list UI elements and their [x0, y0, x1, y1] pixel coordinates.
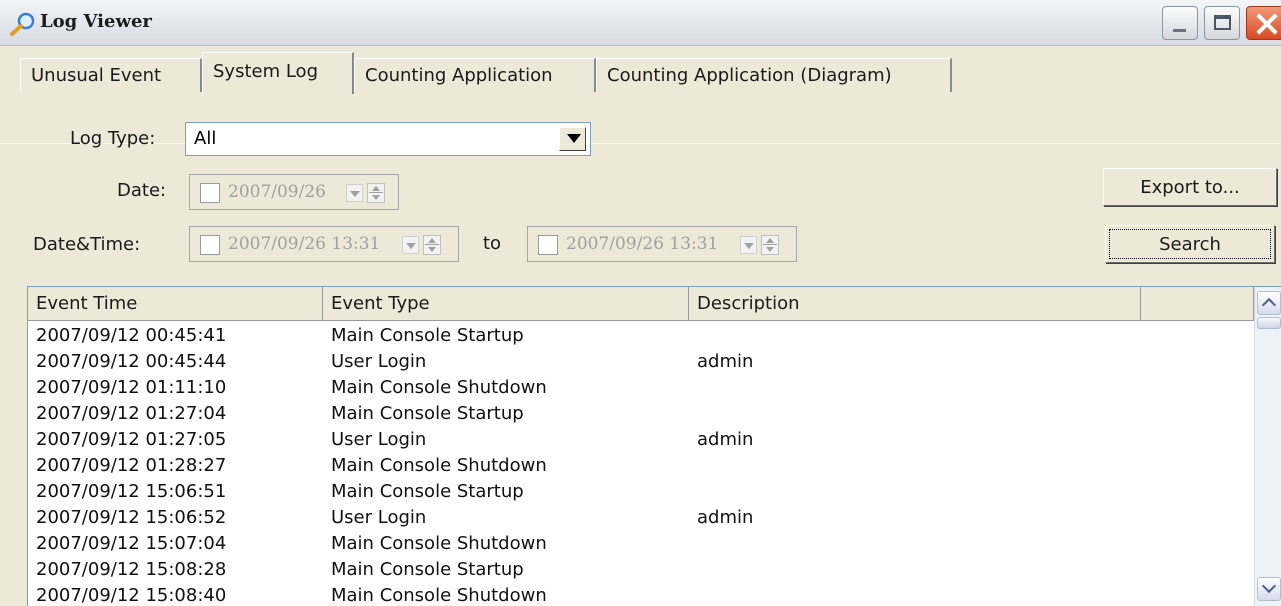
tab-strip: Unusual Event System Log Counting Applic… [0, 48, 1281, 144]
event-time-cell: 2007/09/12 15:08:40 [36, 585, 227, 606]
table-row[interactable]: 2007/09/12 01:28:27 Main Console Shutdown [28, 455, 1254, 481]
log-type-select[interactable]: All [185, 122, 591, 156]
vertical-scrollbar[interactable] [1254, 287, 1281, 606]
event-type-cell: Main Console Startup [331, 481, 524, 502]
event-time-cell: 2007/09/12 01:27:05 [36, 429, 227, 450]
column-header-event-type[interactable]: Event Type [323, 287, 689, 321]
datetime-from-dropdown-button[interactable] [402, 236, 419, 254]
minimize-button[interactable] [1162, 6, 1198, 40]
datetime-from-checkbox[interactable] [200, 235, 220, 255]
table-row[interactable]: 2007/09/12 01:11:10 Main Console Shutdown [28, 377, 1254, 403]
event-type-cell: User Login [331, 351, 427, 372]
export-button[interactable]: Export to... [1103, 168, 1277, 206]
column-header-extra[interactable] [1141, 287, 1254, 321]
event-type-cell: Main Console Shutdown [331, 585, 547, 606]
scroll-down-button[interactable] [1257, 577, 1281, 601]
description-cell: admin [697, 507, 754, 528]
date-dropdown-button[interactable] [346, 184, 363, 202]
window-title: Log Viewer [40, 11, 152, 32]
search-button[interactable]: Search [1105, 225, 1275, 263]
table-row[interactable]: 2007/09/12 15:07:04 Main Console Shutdown [28, 533, 1254, 559]
datetime-from-picker[interactable]: 2007/09/26 13:31 [189, 226, 459, 262]
description-cell: admin [697, 429, 754, 450]
event-type-cell: Main Console Startup [331, 403, 524, 424]
date-spin-button[interactable] [367, 183, 385, 203]
list-header: Event Time Event Type Description [28, 287, 1254, 321]
tab-unusual-event[interactable]: Unusual Event [20, 58, 202, 92]
event-type-cell: Main Console Shutdown [331, 455, 547, 476]
table-row[interactable]: 2007/09/12 00:45:44 User Login admin [28, 351, 1254, 377]
event-type-cell: Main Console Shutdown [331, 377, 547, 398]
table-row[interactable]: 2007/09/12 00:45:41 Main Console Startup [28, 325, 1254, 351]
scroll-thumb[interactable] [1257, 317, 1281, 329]
event-time-cell: 2007/09/12 01:28:27 [36, 455, 227, 476]
table-row[interactable]: 2007/09/12 01:27:05 User Login admin [28, 429, 1254, 455]
table-row[interactable]: 2007/09/12 01:27:04 Main Console Startup [28, 403, 1254, 429]
log-type-value: All [194, 128, 217, 149]
log-viewer-window: Log Viewer Unusual Event System Log Coun… [0, 0, 1281, 606]
chevron-down-icon [350, 191, 360, 197]
scroll-up-button[interactable] [1257, 291, 1281, 315]
table-row[interactable]: 2007/09/12 15:06:51 Main Console Startup [28, 481, 1254, 507]
event-type-cell: Main Console Startup [331, 325, 524, 346]
date-value: 2007/09/26 [228, 182, 326, 202]
title-bar[interactable]: Log Viewer [0, 0, 1281, 46]
event-type-cell: User Login [331, 507, 427, 528]
event-type-cell: Main Console Startup [331, 559, 524, 580]
close-button[interactable] [1246, 6, 1281, 40]
event-time-cell: 2007/09/12 15:08:28 [36, 559, 227, 580]
description-cell: admin [697, 351, 754, 372]
event-type-cell: User Login [331, 429, 427, 450]
event-type-cell: Main Console Shutdown [331, 533, 547, 554]
datetime-from-value: 2007/09/26 13:31 [228, 234, 381, 254]
datetime-to-value: 2007/09/26 13:31 [566, 234, 719, 254]
column-header-event-time[interactable]: Event Time [28, 287, 323, 321]
event-time-cell: 2007/09/12 00:45:41 [36, 325, 227, 346]
date-label: Date: [117, 180, 167, 201]
datetime-from-spin-button[interactable] [423, 235, 441, 255]
event-time-cell: 2007/09/12 15:07:04 [36, 533, 227, 554]
log-list[interactable]: Event Time Event Type Description 2007/0… [27, 286, 1281, 606]
datetime-to-checkbox[interactable] [538, 235, 558, 255]
tab-system-log[interactable]: System Log [202, 52, 354, 94]
datetime-to-picker[interactable]: 2007/09/26 13:31 [527, 226, 797, 262]
column-header-description[interactable]: Description [689, 287, 1141, 321]
event-time-cell: 2007/09/12 15:06:51 [36, 481, 227, 502]
date-picker[interactable]: 2007/09/26 [189, 174, 399, 210]
datetime-to-dropdown-button[interactable] [740, 236, 757, 254]
log-type-label: Log Type: [70, 128, 156, 149]
to-label: to [483, 233, 502, 254]
tab-counting-application[interactable]: Counting Application [354, 58, 596, 92]
event-time-cell: 2007/09/12 15:06:52 [36, 507, 227, 528]
event-time-cell: 2007/09/12 01:11:10 [36, 377, 227, 398]
table-row[interactable]: 2007/09/12 15:06:52 User Login admin [28, 507, 1254, 533]
magnifier-icon [10, 12, 35, 36]
date-checkbox[interactable] [200, 183, 220, 203]
chevron-down-icon [406, 243, 416, 249]
datetime-to-spin-button[interactable] [761, 235, 779, 255]
event-time-cell: 2007/09/12 00:45:44 [36, 351, 227, 372]
chevron-down-icon [567, 134, 581, 143]
datetime-label: Date&Time: [33, 234, 141, 255]
chevron-down-icon [744, 243, 754, 249]
maximize-button[interactable] [1204, 6, 1240, 40]
event-time-cell: 2007/09/12 01:27:04 [36, 403, 227, 424]
table-row[interactable]: 2007/09/12 15:08:28 Main Console Startup [28, 559, 1254, 585]
tab-counting-application-diagram[interactable]: Counting Application (Diagram) [596, 58, 952, 92]
table-row[interactable]: 2007/09/12 15:08:40 Main Console Shutdown [28, 585, 1254, 606]
dropdown-arrow-button[interactable] [559, 127, 586, 151]
